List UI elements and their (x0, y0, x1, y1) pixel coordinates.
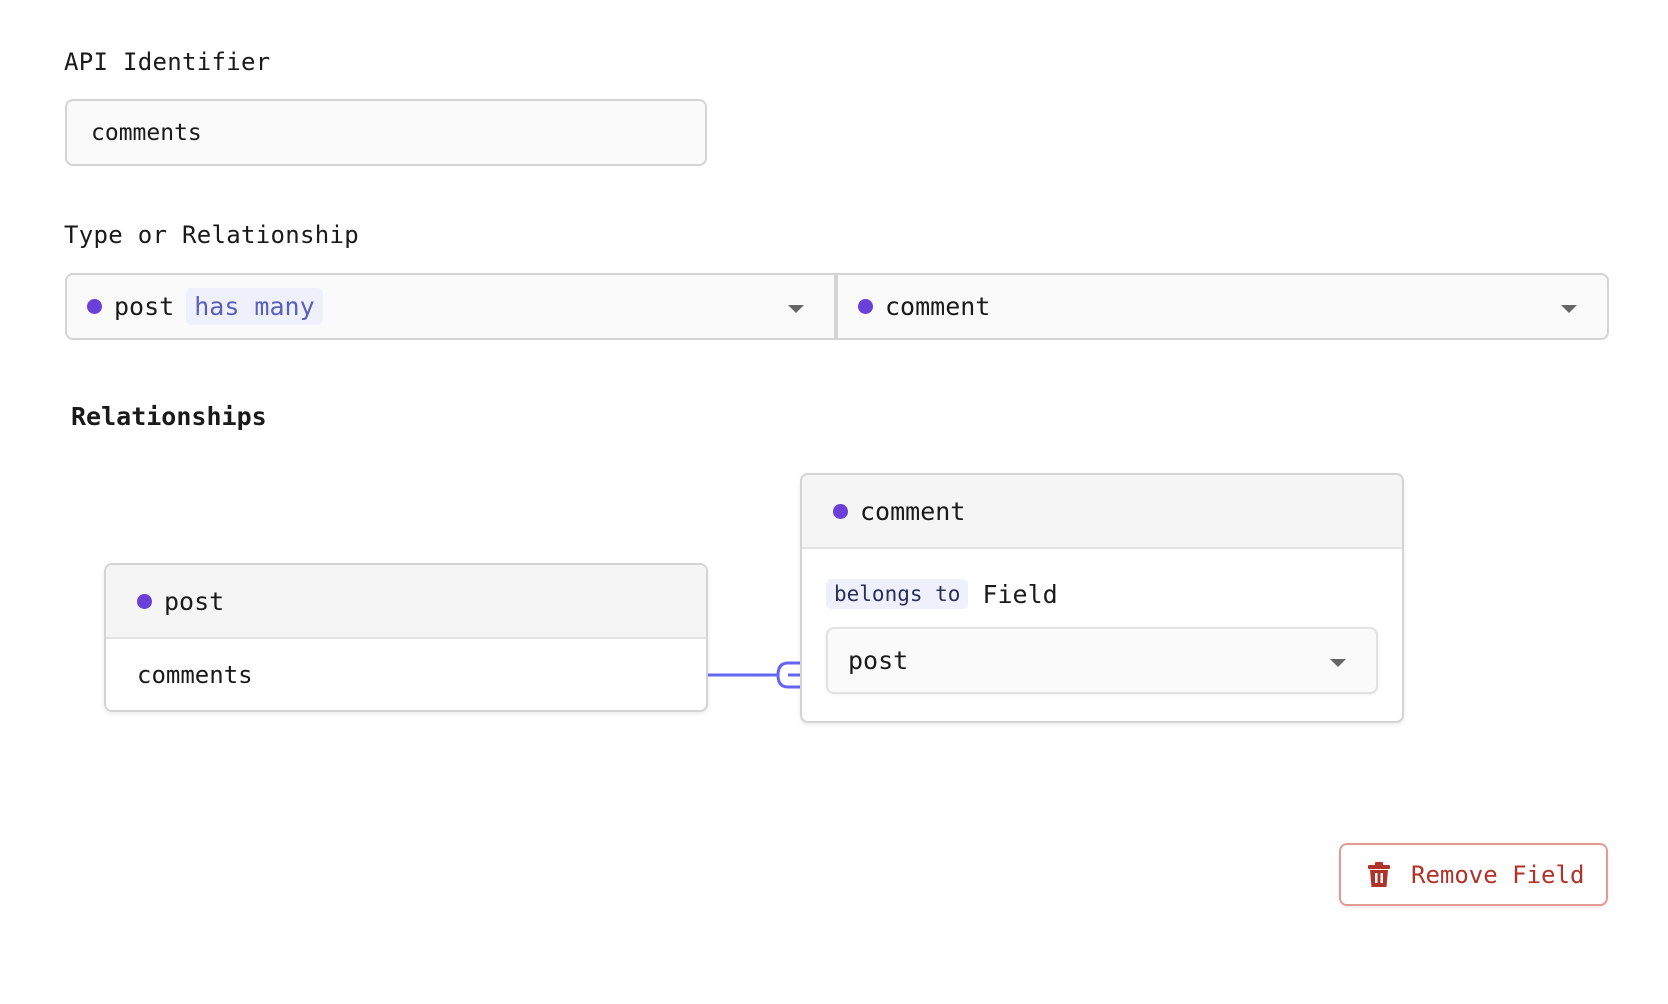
source-card-model: post (164, 586, 225, 616)
model-dot-icon (87, 299, 102, 314)
chevron-down-icon (1561, 305, 1577, 313)
target-model-select[interactable]: comment (836, 273, 1609, 340)
remove-field-label: Remove Field (1411, 860, 1585, 889)
relationship-connector (708, 661, 802, 689)
inverse-field-select[interactable]: post (826, 627, 1378, 694)
remove-field-button[interactable]: Remove Field (1339, 843, 1608, 906)
model-dot-icon (833, 503, 848, 519)
model-dot-icon (137, 593, 152, 609)
chevron-down-icon (788, 305, 804, 313)
target-card-header: comment (802, 475, 1402, 549)
api-identifier-input[interactable] (65, 99, 707, 166)
target-model-value: comment (885, 292, 991, 321)
api-identifier-label: API Identifier (64, 48, 271, 76)
field-editor: API Identifier Type or Relationship post… (0, 0, 1668, 1004)
relationships-title: Relationships (71, 402, 267, 431)
inverse-relation-badge: belongs to (826, 579, 969, 609)
inverse-field-label: Field (982, 579, 1058, 609)
source-card-field: comments (137, 661, 253, 689)
target-card-model: comment (860, 496, 966, 526)
chevron-down-icon (1330, 659, 1346, 667)
source-model-value: post (114, 292, 175, 321)
source-model-select[interactable]: post has many (65, 273, 837, 340)
relation-type-badge: has many (186, 288, 323, 325)
model-dot-icon (858, 299, 873, 314)
source-model-card: post comments (104, 563, 708, 712)
trash-icon (1368, 861, 1390, 887)
inverse-relation-row: belongs to Field (802, 549, 1402, 609)
inverse-field-value: post (848, 646, 909, 675)
type-relationship-label: Type or Relationship (64, 221, 359, 249)
source-card-header: post (106, 565, 706, 639)
target-model-card: comment belongs to Field post (800, 473, 1404, 723)
